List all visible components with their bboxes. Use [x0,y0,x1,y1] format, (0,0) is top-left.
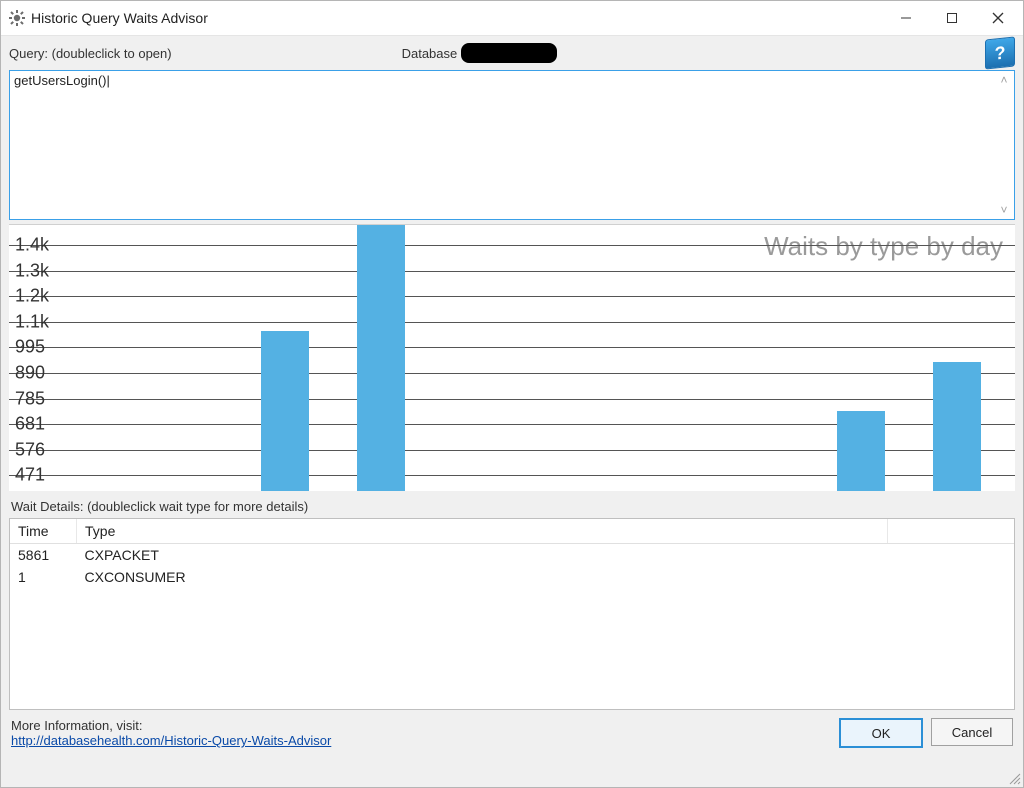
table-row[interactable]: 1CXCONSUMER [10,566,1014,588]
chart-bar[interactable] [357,225,405,491]
window-title: Historic Query Waits Advisor [31,10,208,26]
cancel-button[interactable]: Cancel [931,718,1013,746]
database-label: Database [402,46,458,61]
help-icon[interactable]: ? [985,36,1015,69]
cell-type: CXPACKET [77,544,888,567]
titlebar: Historic Query Waits Advisor [1,1,1023,36]
chart-bar[interactable] [837,411,885,491]
waits-chart[interactable]: Waits by type by day 1.4k1.3k1.2k1.1k995… [9,224,1015,491]
scroll-up-icon[interactable]: ˄ [1000,73,1007,87]
database-name-redacted [461,43,557,63]
cell-type: CXCONSUMER [77,566,888,588]
footer: More Information, visit: http://database… [3,714,1021,754]
app-icon [9,10,25,26]
table-row[interactable]: 5861CXPACKET [10,544,1014,567]
query-label: Query: (doubleclick to open) [9,46,172,61]
wait-details-table[interactable]: Time Type 5861CXPACKET1CXCONSUMER [9,518,1015,710]
table-body: 5861CXPACKET1CXCONSUMER [10,544,1014,589]
chart-bar[interactable] [933,362,981,491]
more-info-link[interactable]: http://databasehealth.com/Historic-Query… [11,733,331,748]
window-controls [883,1,1023,35]
ok-button[interactable]: OK [839,718,923,748]
col-time[interactable]: Time [10,519,77,544]
col-blank [888,519,1014,544]
query-row: Query: (doubleclick to open) Database ? [3,38,1021,66]
scroll-down-icon[interactable]: ˅ [1000,203,1007,217]
dialog-body: Query: (doubleclick to open) Database ? … [1,36,1023,787]
dialog-buttons: OK Cancel [839,718,1013,748]
resize-grip-icon[interactable] [1007,771,1021,785]
query-scrollbar[interactable]: ˄ ˅ [996,73,1012,217]
more-info-label: More Information, visit: [11,718,143,733]
close-button[interactable] [975,1,1021,35]
minimize-button[interactable] [883,1,929,35]
table-header-row: Time Type [10,519,1014,544]
query-textbox[interactable]: getUsersLogin()| ˄ ˅ [9,70,1015,220]
cell-time: 1 [10,566,77,588]
col-type[interactable]: Type [77,519,888,544]
wait-details-label: Wait Details: (doubleclick wait type for… [3,493,1021,518]
chart-bars [9,225,1015,491]
window-root: Historic Query Waits Advisor Query: (dou… [0,0,1024,788]
maximize-button[interactable] [929,1,975,35]
query-text: getUsersLogin()| [14,73,110,88]
more-info: More Information, visit: http://database… [11,718,331,748]
chart-bar[interactable] [261,331,309,491]
cell-time: 5861 [10,544,77,567]
